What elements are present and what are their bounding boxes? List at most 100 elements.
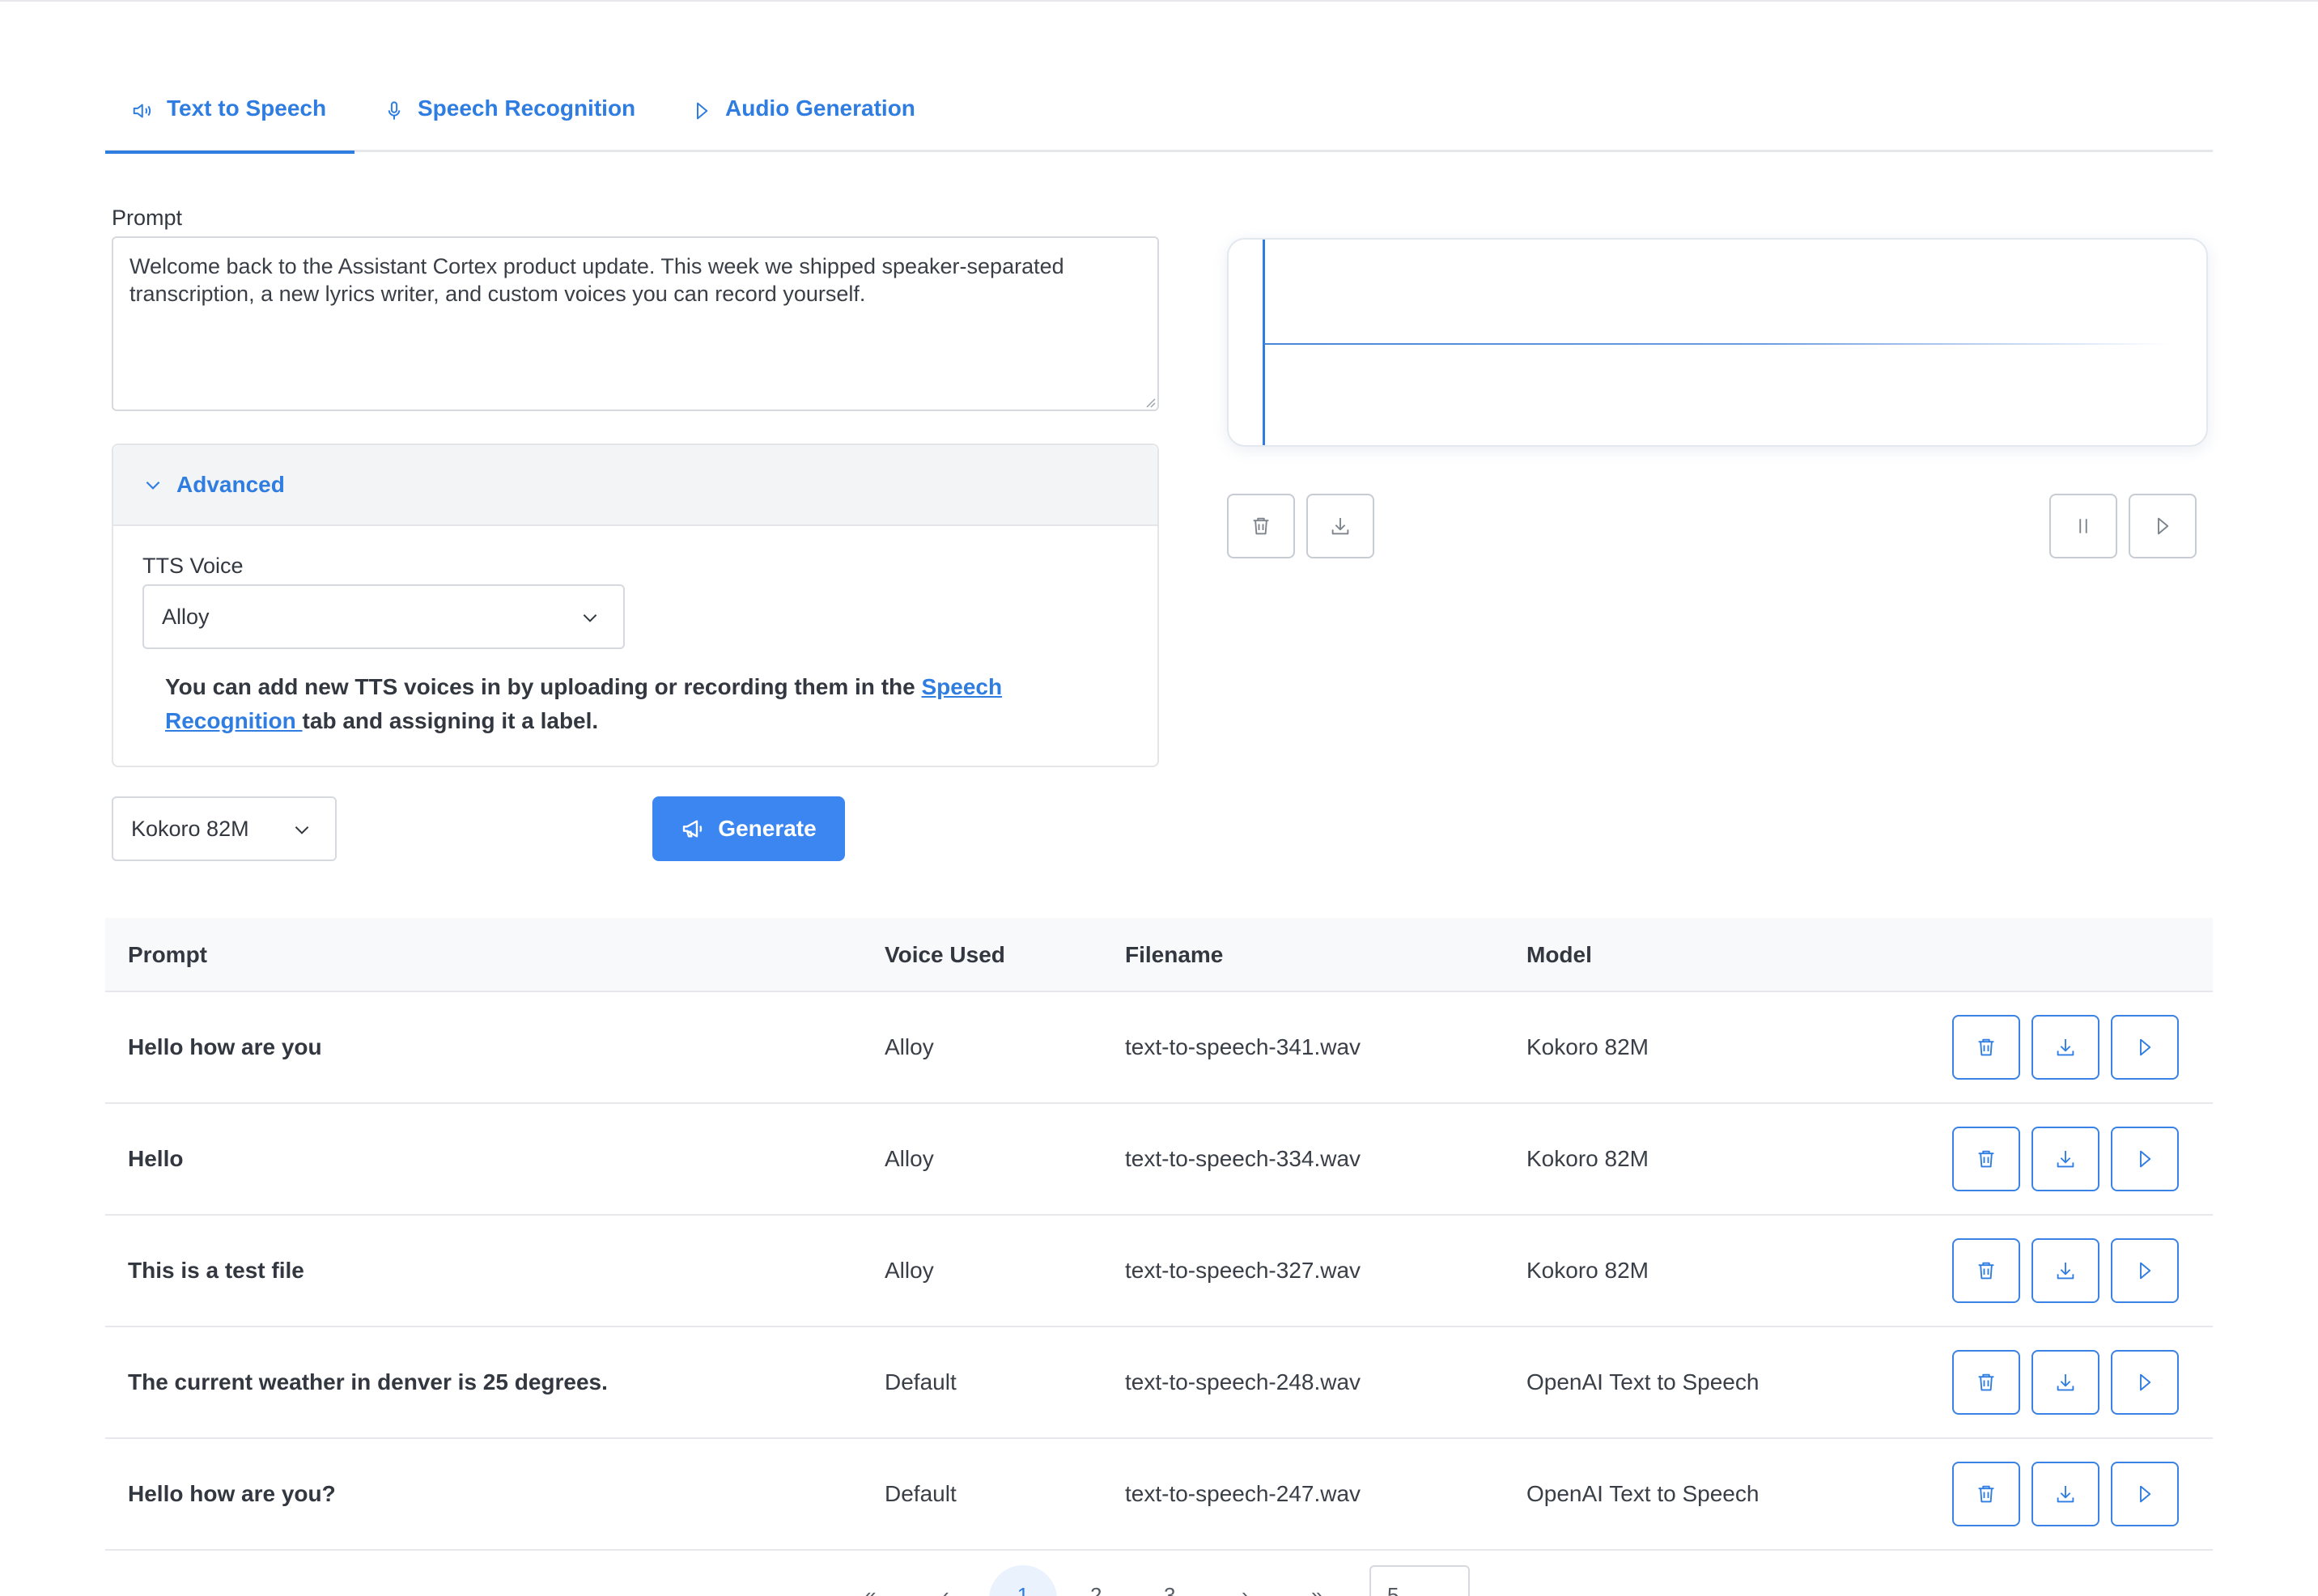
row-voice: Alloy	[885, 1258, 934, 1283]
table-row: Hello how are you? Default text-to-speech-…	[105, 1439, 2213, 1551]
play-icon	[2133, 1147, 2157, 1171]
next-page-button[interactable]: ›	[1242, 1583, 1249, 1596]
play-icon	[2133, 1035, 2157, 1059]
row-download-button[interactable]	[2031, 1238, 2099, 1303]
row-voice: Default	[885, 1369, 957, 1394]
row-play-button[interactable]	[2111, 1238, 2179, 1303]
row-delete-button[interactable]	[1952, 1238, 2020, 1303]
download-icon	[2053, 1147, 2078, 1171]
table-header: Prompt Voice Used Filename Model	[105, 918, 2213, 992]
advanced-panel: Advanced TTS Voice Alloy You can add new…	[112, 444, 1159, 767]
row-voice: Alloy	[885, 1034, 934, 1059]
row-filename: text-to-speech-341.wav	[1125, 1034, 1361, 1059]
waveform-line	[1264, 343, 2171, 345]
row-prompt: Hello	[128, 1146, 184, 1171]
row-model: Kokoro 82M	[1526, 1258, 1649, 1283]
player-pause-button[interactable]	[2049, 494, 2117, 558]
tts-voice-value: Alloy	[162, 604, 210, 629]
page-1-button[interactable]: 1	[989, 1565, 1057, 1596]
row-prompt: This is a test file	[128, 1258, 304, 1283]
header-model: Model	[1526, 942, 1592, 967]
trash-icon	[1974, 1147, 1998, 1171]
trash-icon	[1974, 1259, 1998, 1283]
table-row: The current weather in denver is 25 degr…	[105, 1327, 2213, 1439]
header-filename: Filename	[1125, 942, 1224, 967]
row-prompt: The current weather in denver is 25 degr…	[128, 1369, 608, 1394]
row-download-button[interactable]	[2031, 1127, 2099, 1191]
player-play-button[interactable]	[2129, 494, 2197, 558]
tab-label: Text to Speech	[167, 96, 327, 121]
download-icon	[2053, 1035, 2078, 1059]
header-prompt: Prompt	[128, 942, 207, 967]
chevron-down-icon	[291, 819, 312, 840]
tab-audio-generation[interactable]: Audio Generation	[690, 91, 915, 152]
prompt-label: Prompt	[112, 206, 183, 230]
row-delete-button[interactable]	[1952, 1127, 2020, 1191]
waveform-player[interactable]	[1227, 238, 2208, 447]
row-download-button[interactable]	[2031, 1462, 2099, 1526]
tts-voice-label: TTS Voice	[142, 554, 244, 578]
tab-label: Speech Recognition	[418, 96, 636, 121]
chevron-down-icon	[580, 607, 601, 628]
row-model: Kokoro 82M	[1526, 1146, 1649, 1171]
download-icon	[1328, 514, 1352, 538]
trash-icon	[1974, 1035, 1998, 1059]
model-select[interactable]: Kokoro 82M	[112, 796, 337, 861]
row-play-button[interactable]	[2111, 1350, 2179, 1415]
chevron-down-icon	[142, 474, 176, 495]
row-play-button[interactable]	[2111, 1462, 2179, 1526]
tts-voice-select[interactable]: Alloy	[142, 584, 625, 649]
page-size-select[interactable]: 5	[1369, 1565, 1470, 1596]
generate-button[interactable]: Generate	[652, 796, 845, 861]
megaphone-icon	[681, 816, 718, 842]
playhead[interactable]	[1263, 240, 1265, 445]
play-icon	[2133, 1259, 2157, 1283]
row-download-button[interactable]	[2031, 1350, 2099, 1415]
model-value: Kokoro 82M	[131, 816, 249, 841]
download-icon	[2053, 1370, 2078, 1394]
play-icon	[2133, 1482, 2157, 1506]
speaker-icon	[131, 96, 167, 123]
trash-icon	[1974, 1370, 1998, 1394]
row-model: Kokoro 82M	[1526, 1034, 1649, 1059]
play-icon	[690, 96, 725, 123]
download-icon	[2053, 1259, 2078, 1283]
row-prompt: Hello how are you	[128, 1034, 322, 1059]
advanced-toggle[interactable]: Advanced	[113, 445, 1157, 526]
row-filename: text-to-speech-327.wav	[1125, 1258, 1361, 1283]
tab-bar: Text to Speech Speech Recognition Audio …	[105, 91, 2213, 154]
top-border	[0, 0, 2318, 2]
prompt-input[interactable]: Welcome back to the Assistant Cortex pro…	[112, 236, 1159, 411]
header-voice: Voice Used	[885, 942, 1005, 967]
table-row: This is a test file Alloy text-to-speech-3…	[105, 1216, 2213, 1327]
prev-page-button[interactable]: ‹	[942, 1583, 949, 1596]
row-prompt: Hello how are you?	[128, 1481, 336, 1506]
page-2-button[interactable]: 2	[1090, 1583, 1102, 1596]
pause-icon	[2071, 514, 2095, 538]
table-row: Hello how are you Alloy text-to-speech-341…	[105, 992, 2213, 1104]
row-delete-button[interactable]	[1952, 1350, 2020, 1415]
row-delete-button[interactable]	[1952, 1015, 2020, 1080]
row-filename: text-to-speech-248.wav	[1125, 1369, 1361, 1394]
player-download-button[interactable]	[1306, 494, 1374, 558]
row-filename: text-to-speech-334.wav	[1125, 1146, 1361, 1171]
row-model: OpenAI Text to Speech	[1526, 1369, 1760, 1394]
first-page-button[interactable]: «	[864, 1583, 876, 1596]
row-filename: text-to-speech-247.wav	[1125, 1481, 1361, 1506]
row-voice: Default	[885, 1481, 957, 1506]
tab-speech-recognition[interactable]: Speech Recognition	[382, 91, 635, 152]
page-3-button[interactable]: 3	[1164, 1583, 1175, 1596]
row-voice: Alloy	[885, 1146, 934, 1171]
row-delete-button[interactable]	[1952, 1462, 2020, 1526]
microphone-icon	[382, 96, 418, 123]
tab-text-to-speech[interactable]: Text to Speech	[105, 91, 354, 154]
last-page-button[interactable]: »	[1311, 1583, 1322, 1596]
table-row: Hello Alloy text-to-speech-334.wav Kokoro 8…	[105, 1104, 2213, 1216]
resize-handle[interactable]	[1143, 395, 1156, 408]
player-delete-button[interactable]	[1227, 494, 1295, 558]
advanced-title: Advanced	[176, 472, 285, 497]
trash-icon	[1249, 514, 1273, 538]
row-download-button[interactable]	[2031, 1015, 2099, 1080]
row-play-button[interactable]	[2111, 1015, 2179, 1080]
row-play-button[interactable]	[2111, 1127, 2179, 1191]
